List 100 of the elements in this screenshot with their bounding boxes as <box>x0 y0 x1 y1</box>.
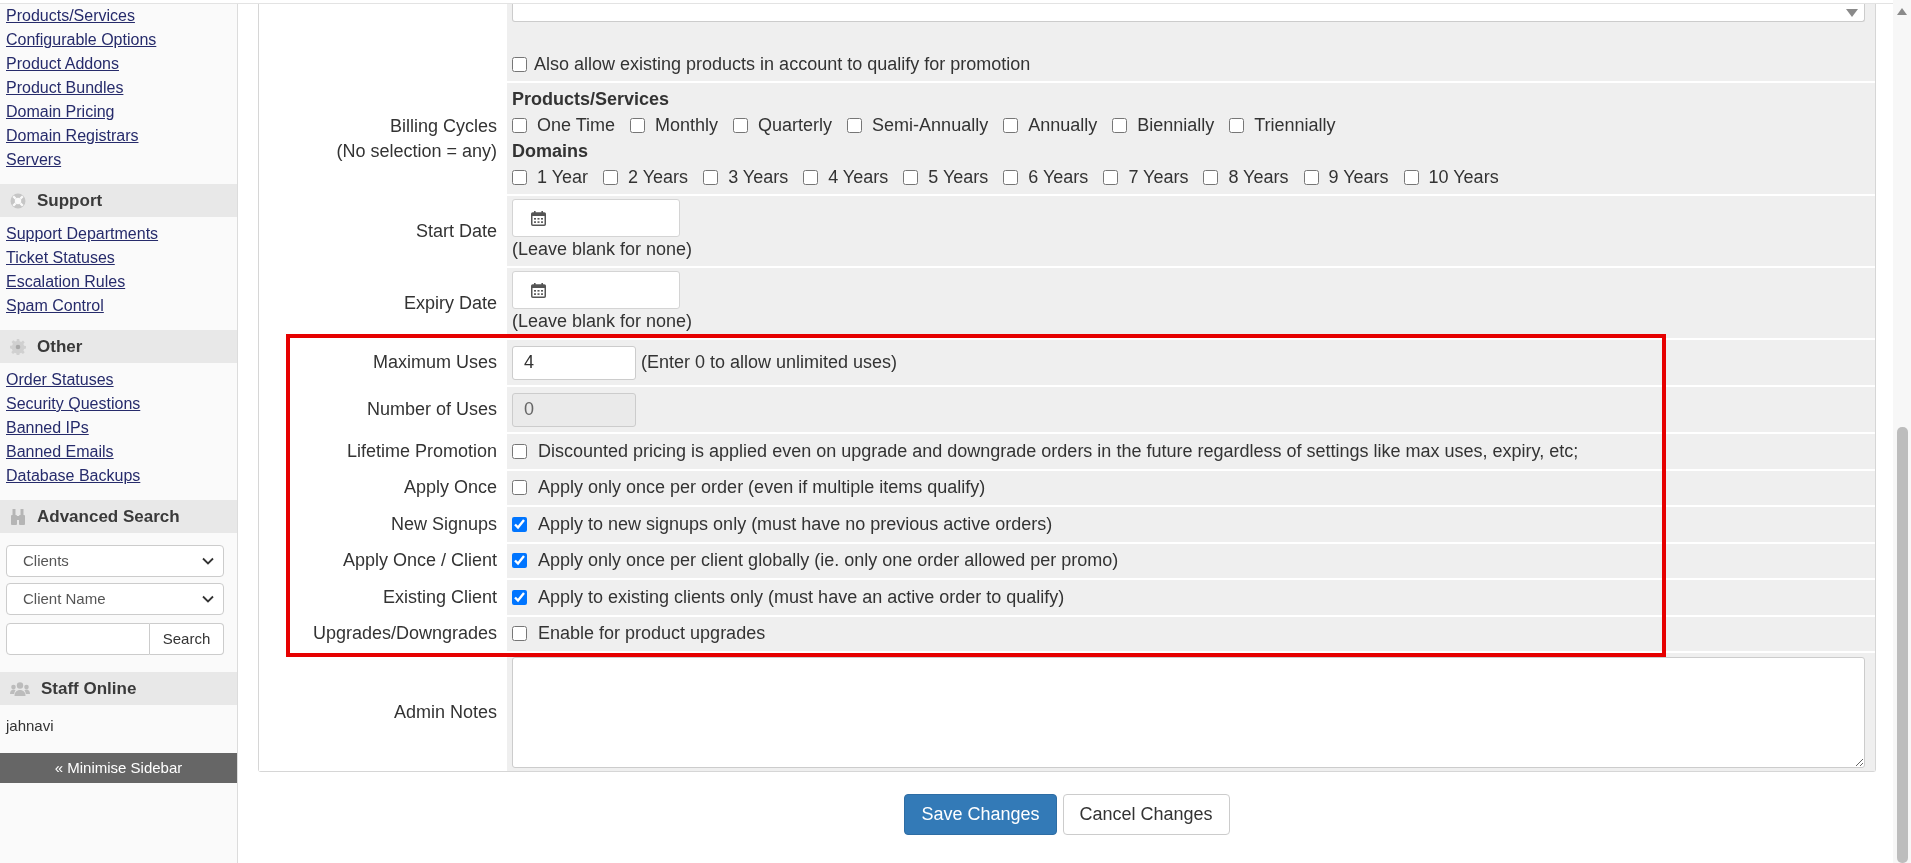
checkbox[interactable] <box>512 443 527 459</box>
field-label: Admin Notes <box>393 700 497 724</box>
search-button[interactable]: Search <box>150 623 224 655</box>
dropdown[interactable]: Clients <box>6 545 224 577</box>
checkbox[interactable] <box>512 169 527 185</box>
field-label: Lifetime Promotion <box>346 439 497 463</box>
checkbox-label: Also allow existing products in account to qualify for promotion <box>534 52 1031 76</box>
hint-text: (Leave blank for none) <box>512 310 693 333</box>
checkbox[interactable] <box>512 56 527 72</box>
section-title: Staff Online <box>41 677 137 700</box>
sidebar-link[interactable]: Configurable Options <box>6 28 157 52</box>
sidebar-link[interactable]: Database Backups <box>6 464 141 488</box>
checkbox[interactable] <box>1303 169 1319 185</box>
checkbox[interactable] <box>1403 169 1419 185</box>
checkbox[interactable] <box>603 169 619 185</box>
checkbox-label: Triennially <box>1254 113 1336 137</box>
checkbox[interactable] <box>512 589 527 605</box>
sidebar-link[interactable]: Product Bundles <box>6 76 124 100</box>
field-label: Upgrades/Downgrades <box>312 622 497 646</box>
checkbox-label: Enable for product upgrades <box>538 622 766 646</box>
checkbox[interactable] <box>1112 117 1128 133</box>
checkbox[interactable] <box>512 553 527 569</box>
checkbox-label: 6 Years <box>1028 165 1089 189</box>
checkbox[interactable] <box>1229 117 1245 133</box>
date-field[interactable] <box>512 271 680 309</box>
checkbox[interactable] <box>903 169 919 185</box>
checkbox-label: Apply only once per order (even if multiple items qualify) <box>538 476 986 500</box>
checkbox-label: 10 Years <box>1428 165 1499 189</box>
sidebar-link[interactable]: Banned Emails <box>6 440 114 464</box>
lifebuoy-icon <box>10 192 26 209</box>
checkbox[interactable] <box>1003 169 1019 185</box>
checkbox-label: Semi-Annually <box>872 113 989 137</box>
checkbox-label: 4 Years <box>828 165 889 189</box>
checkbox[interactable] <box>703 169 719 185</box>
group-title: Domains <box>512 140 589 163</box>
checkbox[interactable] <box>512 117 527 133</box>
text-field[interactable]: 4 <box>512 345 636 380</box>
sidebar-link[interactable]: Support Departments <box>6 222 159 246</box>
scrollbar[interactable] <box>1893 0 1911 863</box>
checkbox[interactable] <box>847 117 863 133</box>
checkbox-label: Quarterly <box>758 113 833 137</box>
checkbox-label: Discounted pricing is applied even on upgrade and downgrade orders in the future regardless of settings like max uses, expiry, etc; <box>538 439 1579 463</box>
sidebar-link[interactable]: Banned IPs <box>6 416 89 440</box>
search-field[interactable] <box>6 623 150 655</box>
calendar-icon <box>531 210 546 226</box>
sidebar-link[interactable]: Domain Pricing <box>6 100 115 124</box>
checkbox-label: 2 Years <box>628 165 689 189</box>
field-label: Start Date <box>415 219 497 243</box>
checkbox-label: Apply to existing clients only (must have an active order to qualify) <box>538 585 1065 609</box>
scrollbar-thumb[interactable] <box>1896 427 1908 863</box>
field-label: Expiry Date <box>403 291 497 315</box>
checkbox[interactable] <box>512 516 527 532</box>
checkbox[interactable] <box>1003 117 1019 133</box>
field-label: Apply Once / Client <box>342 549 497 573</box>
chevron-down-icon <box>202 557 214 565</box>
section-title: Other <box>37 335 83 358</box>
field-label: Number of Uses <box>366 398 497 421</box>
sidebar-link[interactable]: Products/Services <box>6 4 135 28</box>
section-title: Advanced Search <box>37 505 180 528</box>
caret-down-icon <box>1846 8 1858 17</box>
checkbox-label: 9 Years <box>1328 165 1389 189</box>
minimise-sidebar-button[interactable]: « Minimise Sidebar <box>0 753 237 783</box>
field-label: Maximum Uses <box>373 351 497 374</box>
checkbox-label: 1 Year <box>537 165 589 189</box>
sidebar-link[interactable]: Spam Control <box>6 294 104 318</box>
checkbox-label: Biennially <box>1137 113 1215 137</box>
field-label: Existing Client <box>382 585 497 609</box>
checkbox[interactable] <box>512 626 527 642</box>
chevron-down-icon <box>202 595 214 603</box>
sidebar-link[interactable]: Domain Registrars <box>6 124 139 148</box>
dropdown[interactable]: Client Name <box>6 583 224 615</box>
field-label: Apply Once <box>403 476 497 500</box>
notes-field[interactable] <box>512 657 1865 768</box>
date-field[interactable] <box>512 199 680 237</box>
sidebar-link[interactable]: Product Addons <box>6 52 119 76</box>
checkbox-label: Apply only once per client globally (ie. only one order allowed per promo) <box>538 549 1119 573</box>
save-button[interactable]: Save Changes <box>904 794 1057 835</box>
sidebar-link[interactable]: Security Questions <box>6 392 141 416</box>
users-icon <box>10 681 30 696</box>
cancel-button[interactable]: Cancel Changes <box>1062 794 1230 835</box>
checkbox[interactable] <box>630 117 646 133</box>
checkbox[interactable] <box>1203 169 1219 185</box>
sidebar-link[interactable]: Ticket Statuses <box>6 246 115 270</box>
checkbox-label: 8 Years <box>1228 165 1289 189</box>
sidebar-link[interactable]: Order Statuses <box>6 368 114 392</box>
checkbox-label: 7 Years <box>1128 165 1189 189</box>
scroll-up-arrow-icon[interactable] <box>1897 8 1907 15</box>
field-label: Billing Cycles <box>389 114 497 138</box>
checkbox-label: Annually <box>1028 113 1098 137</box>
checkbox[interactable] <box>512 480 527 496</box>
checkbox-label: Monthly <box>655 113 719 137</box>
checkbox[interactable] <box>1103 169 1119 185</box>
sidebar-link[interactable]: Servers <box>6 148 62 172</box>
hint-text: (Leave blank for none) <box>512 238 693 261</box>
checkbox[interactable] <box>733 117 749 133</box>
field-note: (No selection = any) <box>336 139 497 163</box>
sidebar-link[interactable]: Escalation Rules <box>6 270 126 294</box>
group-title: Products/Services <box>512 88 670 111</box>
gear-icon <box>10 338 26 355</box>
checkbox[interactable] <box>803 169 819 185</box>
